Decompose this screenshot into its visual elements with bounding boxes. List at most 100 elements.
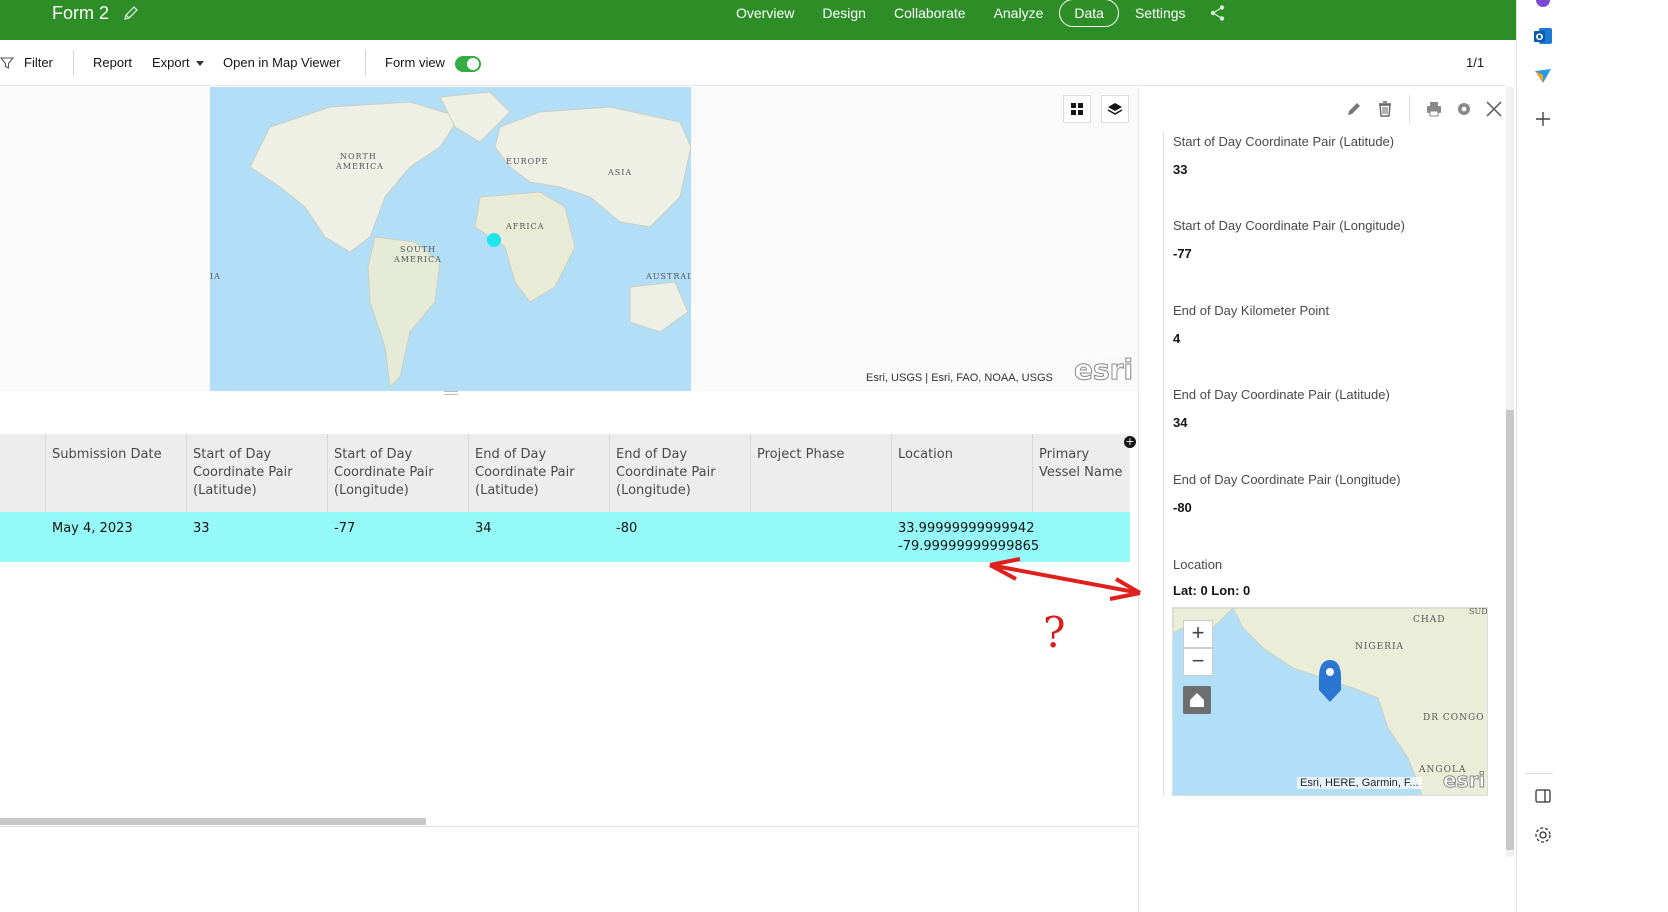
svg-text:NIGERIA: NIGERIA [1355,642,1404,652]
powered-by-label: POWERED BY [1077,353,1118,359]
gear-icon[interactable] [1533,825,1553,845]
field-value-end-lat: 34 [1173,415,1188,430]
zoom-in-button[interactable]: + [1183,620,1213,648]
field-label-start-lon: Start of Day Coordinate Pair (Longitude) [1173,218,1405,233]
rail-divider [1525,773,1553,774]
column-header-end-lat[interactable]: End of Day Coordinate Pair (Latitude) [468,434,609,512]
tab-design[interactable]: Design [808,1,880,25]
svg-text:AUSTRAL: AUSTRAL [645,272,691,281]
pencil-icon[interactable] [1345,100,1363,118]
form-view-label: Form view [385,55,445,70]
map-attribution: Esri, USGS | Esri, FAO, NOAA, USGS [866,372,1053,384]
svg-text:O: O [1536,33,1544,43]
trash-icon[interactable] [1376,100,1394,118]
toolbar-divider [365,50,366,76]
split-view-icon[interactable] [1533,786,1553,806]
annotation-question-mark: ? [1043,608,1066,657]
tab-collaborate[interactable]: Collaborate [880,1,980,25]
cell-end-lat: 34 [475,521,492,536]
layers-icon [1107,103,1123,115]
gear-icon[interactable] [1455,100,1473,118]
cell-location-lat: 33.99999999999942 [898,521,1035,536]
mini-map-basemap: CHAD NIGERIA DR CONGO ANGOLA SUD [1173,608,1487,795]
pager-count: 1/1 [1466,55,1485,70]
field-label-end-lon: End of Day Coordinate Pair (Longitude) [1173,472,1401,487]
field-label-end-km: End of Day Kilometer Point [1173,303,1330,318]
pencil-icon[interactable] [122,4,140,22]
map-view[interactable]: NORTH AMERICA EUROPE ASIA AFRICA SOUTH A… [0,87,1138,391]
detail-toolbar [1139,87,1507,131]
open-map-viewer-button[interactable]: Open in Map Viewer [223,55,341,70]
svg-text:EUROPE: EUROPE [506,157,548,166]
column-header-vessel[interactable]: Primary Vessel Name [1032,434,1130,512]
tab-overview[interactable]: Overview [722,1,808,25]
mini-map-attribution: Esri, HERE, Garmin, F... [1297,777,1422,789]
copilot-icon[interactable] [1533,0,1553,14]
horizontal-scrollbar[interactable] [0,818,426,825]
zoom-out-button[interactable]: − [1183,648,1213,676]
table-row[interactable]: May 4, 2023 33 -77 34 -80 33.99999999999… [0,512,1130,562]
data-toolbar: Filter Report Export Open in Map Viewer … [0,40,1506,86]
add-icon[interactable] [1533,109,1553,129]
pane-resize-handle[interactable] [444,391,458,395]
filter-button[interactable]: Filter [24,55,53,70]
layers-button[interactable] [1101,95,1129,123]
column-header-start-lon[interactable]: Start of Day Coordinate Pair (Longitude) [327,434,468,512]
home-button[interactable] [1183,686,1211,714]
home-icon [1190,693,1204,707]
field-value-start-lat: 33 [1173,162,1188,177]
horizontal-scroll-track [0,826,1138,827]
field-label-end-lat: End of Day Coordinate Pair (Latitude) [1173,387,1390,402]
annotation-arrow [989,557,1142,601]
cell-start-lon: -77 [334,521,356,536]
filter-icon[interactable] [0,56,14,70]
app-header: Form 2 Overview Design Collaborate Analy… [0,0,1610,40]
cell-location-lon: -79.99999999999865 [898,539,1040,554]
tab-data[interactable]: Data [1059,0,1119,27]
world-map-basemap: NORTH AMERICA EUROPE ASIA AFRICA SOUTH A… [210,87,691,391]
cell-start-lat: 33 [193,521,210,536]
send-icon[interactable] [1533,66,1553,86]
export-button[interactable]: Export [152,55,190,70]
cell-end-lon: -80 [616,521,638,536]
form-view-toggle[interactable] [455,56,481,72]
print-icon[interactable] [1425,100,1443,118]
tab-settings[interactable]: Settings [1121,1,1200,25]
tab-analyze[interactable]: Analyze [980,1,1058,25]
svg-text:DR CONGO: DR CONGO [1423,713,1485,723]
cell-submission-date: May 4, 2023 [52,521,133,536]
svg-text:SOUTH: SOUTH [400,245,436,254]
svg-text:CHAD: CHAD [1413,615,1445,625]
browser-sidebar: O [1516,0,1668,912]
location-mini-map[interactable]: CHAD NIGERIA DR CONGO ANGOLA SUD + − Esr… [1172,607,1488,796]
table-header: Submission Date Start of Day Coordinate … [0,434,1136,512]
column-header-submission-date[interactable]: Submission Date [45,434,186,512]
field-value-location: Lat: 0 Lon: 0 [1173,583,1251,598]
report-button[interactable]: Report [93,55,132,70]
svg-text:ASIA: ASIA [607,168,632,177]
field-value-end-km: 4 [1173,331,1181,346]
svg-text:NORTH: NORTH [340,152,377,161]
outlook-icon[interactable]: O [1533,26,1553,46]
caret-down-icon [196,61,204,66]
column-header-project-phase[interactable]: Project Phase [750,434,891,512]
basemap-gallery-button[interactable] [1063,95,1091,123]
svg-text:AMERICA: AMERICA [335,162,384,171]
field-value-end-lon: -80 [1173,500,1192,515]
world-map[interactable]: NORTH AMERICA EUROPE ASIA AFRICA SOUTH A… [210,87,691,391]
share-icon[interactable] [1209,4,1227,22]
column-header-end-lon[interactable]: End of Day Coordinate Pair (Longitude) [609,434,750,512]
vertical-scrollbar[interactable] [1506,410,1514,850]
field-label-start-lat: Start of Day Coordinate Pair (Latitude) [1173,134,1395,149]
esri-logo: esri [1442,768,1486,793]
column-header-location[interactable]: Location [891,434,1032,512]
svg-text:AMERICA: AMERICA [393,255,442,264]
grid-icon [1071,103,1083,115]
column-header-start-lat[interactable]: Start of Day Coordinate Pair (Latitude) [186,434,327,512]
close-icon[interactable] [1485,100,1503,118]
toolbar-divider [1409,95,1410,123]
toolbar-divider [73,50,74,76]
main-nav: Overview Design Collaborate Analyze Data… [722,0,1200,27]
svg-text:IA: IA [210,272,221,281]
add-column-icon[interactable]: + [1124,436,1136,448]
